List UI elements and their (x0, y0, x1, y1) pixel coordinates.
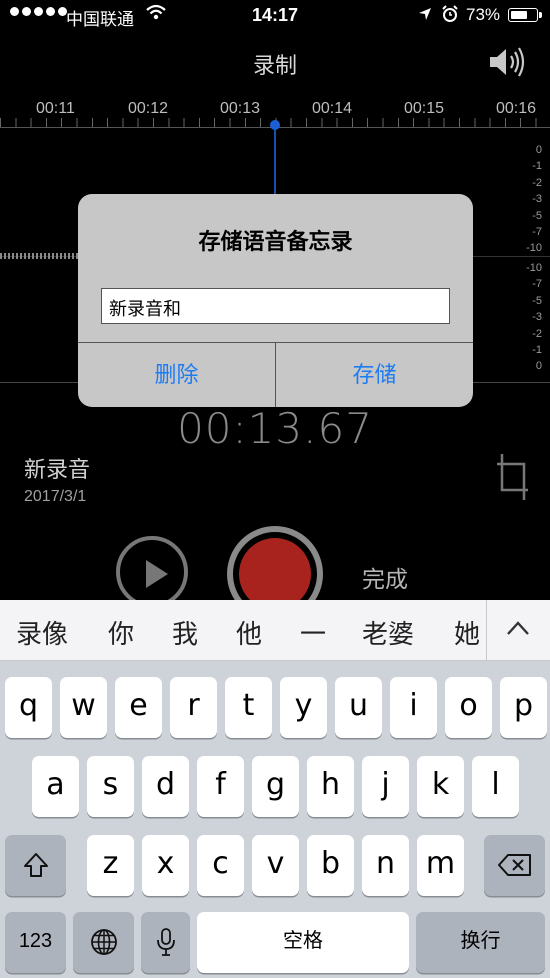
timeline-label: 00:15 (404, 100, 445, 117)
chevron-up-icon[interactable] (506, 620, 530, 641)
candidate-divider (486, 600, 487, 660)
key-w[interactable]: w (60, 677, 107, 738)
level-tick: -10 (526, 262, 542, 274)
key-x[interactable]: x (142, 835, 189, 896)
key-s[interactable]: s (87, 756, 134, 817)
key-k[interactable]: k (417, 756, 464, 817)
recording-name[interactable]: 新录音 (24, 452, 90, 484)
recording-time: 00:13.67 (177, 404, 373, 453)
status-bar: 中国联通 14:17 73% (0, 0, 550, 32)
level-tick: -10 (526, 242, 542, 255)
dictation-key[interactable] (141, 912, 190, 973)
candidate-item[interactable]: 一 (300, 614, 326, 651)
delete-key[interactable] (484, 835, 545, 896)
key-n[interactable]: n (362, 835, 409, 896)
return-key[interactable]: 换行 (416, 912, 545, 973)
timeline-label: 00:12 (128, 100, 169, 117)
key-g[interactable]: g (252, 756, 299, 817)
candidate-bar: 录像 你 我 他 一 老婆 她 (0, 600, 550, 661)
alarm-icon (441, 5, 459, 28)
level-tick: -3 (532, 193, 542, 206)
timeline-label: 00:11 (36, 100, 75, 117)
key-i[interactable]: i (390, 677, 437, 738)
done-button[interactable]: 完成 (362, 560, 408, 594)
key-m[interactable]: m (417, 835, 464, 896)
timeline-label: 00:13 (220, 100, 261, 117)
key-f[interactable]: f (197, 756, 244, 817)
level-tick: -2 (532, 327, 542, 340)
speaker-icon[interactable] (488, 44, 528, 85)
key-r[interactable]: r (170, 677, 217, 738)
candidate-item[interactable]: 老婆 (362, 614, 414, 651)
key-y[interactable]: y (280, 677, 327, 738)
battery-percent: 73% (466, 5, 501, 24)
key-z[interactable]: z (87, 835, 134, 896)
key-q[interactable]: q (5, 677, 52, 738)
candidate-item[interactable]: 他 (236, 614, 262, 651)
key-j[interactable]: j (362, 756, 409, 817)
key-e[interactable]: e (115, 677, 162, 738)
key-d[interactable]: d (142, 756, 189, 817)
location-icon (418, 6, 432, 26)
timeline-label: 00:14 (312, 100, 353, 117)
shift-icon (23, 853, 48, 877)
level-tick: -1 (532, 160, 542, 173)
key-v[interactable]: v (252, 835, 299, 896)
candidate-item[interactable]: 我 (172, 614, 198, 651)
keyboard: q w e r t y u i o p a s d f g h j k l z … (0, 661, 550, 978)
key-o[interactable]: o (445, 677, 492, 738)
delete-button[interactable]: 删除 (78, 343, 275, 407)
candidate-item[interactable]: 录像 (16, 614, 68, 651)
key-t[interactable]: t (225, 677, 272, 738)
level-tick: 0 (535, 144, 542, 156)
level-tick: -5 (532, 209, 542, 222)
globe-icon (90, 929, 117, 955)
key-l[interactable]: l (472, 756, 519, 817)
level-tick: -5 (532, 294, 542, 307)
level-tick: -7 (532, 278, 542, 291)
memo-name-input[interactable]: 新录音和 (101, 288, 450, 324)
globe-key[interactable] (73, 912, 134, 973)
key-u[interactable]: u (335, 677, 382, 738)
playhead-handle[interactable] (270, 120, 280, 130)
numbers-key[interactable]: 123 (5, 912, 66, 973)
level-scale-top: 0 -1 -2 -3 -5 -7 -10 (526, 142, 542, 257)
dialog-title: 存储语音备忘录 (198, 229, 353, 254)
key-c[interactable]: c (197, 835, 244, 896)
backspace-icon (497, 854, 531, 876)
level-tick: -2 (532, 176, 542, 189)
candidate-item[interactable]: 你 (108, 614, 134, 651)
save-memo-dialog: 存储语音备忘录 新录音和 删除 存储 (78, 194, 473, 407)
candidate-item[interactable]: 她 (454, 614, 480, 651)
recording-date: 2017/3/1 (24, 488, 87, 505)
key-h[interactable]: h (307, 756, 354, 817)
shift-key[interactable] (5, 835, 66, 896)
battery-icon (508, 8, 542, 22)
play-icon (146, 560, 168, 588)
page-title: 录制 (252, 53, 297, 78)
level-scale-bottom: -10 -7 -5 -3 -2 -1 0 (526, 260, 542, 375)
space-key[interactable]: 空格 (197, 912, 409, 973)
waveform (0, 253, 80, 259)
level-tick: 0 (535, 360, 542, 373)
key-p[interactable]: p (500, 677, 547, 738)
key-a[interactable]: a (32, 756, 79, 817)
level-tick: -1 (532, 344, 542, 357)
timeline-label: 00:16 (496, 100, 537, 117)
key-b[interactable]: b (307, 835, 354, 896)
save-button[interactable]: 存储 (276, 343, 473, 407)
microphone-icon (156, 928, 175, 956)
trim-icon[interactable] (496, 452, 530, 507)
level-tick: -7 (532, 226, 542, 239)
level-tick: -3 (532, 311, 542, 324)
play-button[interactable] (116, 536, 188, 608)
